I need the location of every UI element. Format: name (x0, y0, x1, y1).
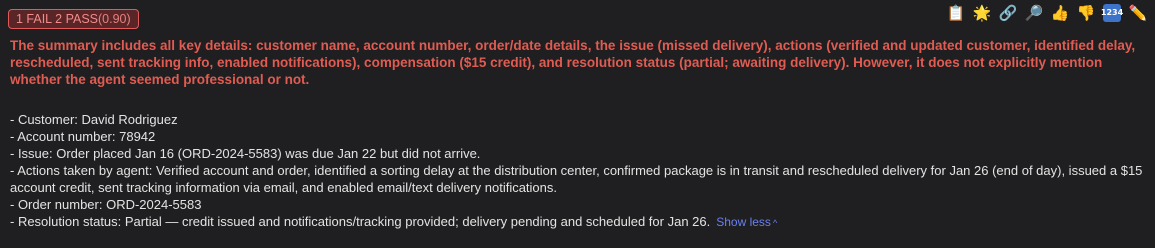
search-icon[interactable]: 🔎 (1023, 2, 1045, 24)
detail-customer: - Customer: David Rodriguez (10, 112, 178, 127)
detail-resolution: - Resolution status: Partial — credit is… (10, 214, 711, 229)
result-badge-label: 1 FAIL 2 PASS (16, 12, 98, 26)
evaluation-summary: The summary includes all key details: cu… (10, 38, 1136, 87)
star-icon[interactable]: 🌟 (971, 2, 993, 24)
details-list: - Customer: David Rodriguez - Account nu… (10, 111, 1145, 232)
clipboard-icon[interactable]: 📋 (945, 2, 967, 24)
result-score: (0.90) (98, 12, 131, 26)
pencil-icon[interactable]: ✏️ (1127, 2, 1149, 24)
action-toolbar: 📋 🌟 🔗 🔎 👍 👎 1234 ✏️ (945, 2, 1149, 24)
detail-actions: - Actions taken by agent: Verified accou… (10, 163, 1143, 195)
numbers-icon[interactable]: 1234 (1101, 4, 1123, 22)
detail-order-number: - Order number: ORD-2024-5583 (10, 197, 202, 212)
thumbs-up-icon[interactable]: 👍 (1049, 2, 1071, 24)
detail-account-number: - Account number: 78942 (10, 129, 156, 144)
detail-issue: - Issue: Order placed Jan 16 (ORD-2024-5… (10, 146, 481, 161)
result-badge: 1 FAIL 2 PASS (0.90) (8, 9, 139, 29)
show-less-label: Show less (716, 215, 771, 229)
thumbs-down-icon[interactable]: 👎 (1075, 2, 1097, 24)
chevron-up-icon: ^ (772, 218, 778, 228)
show-less-link[interactable]: Show less ^ (716, 215, 777, 229)
detail-resolution-row: - Resolution status: Partial — credit is… (10, 213, 1145, 232)
link-icon[interactable]: 🔗 (997, 2, 1019, 24)
